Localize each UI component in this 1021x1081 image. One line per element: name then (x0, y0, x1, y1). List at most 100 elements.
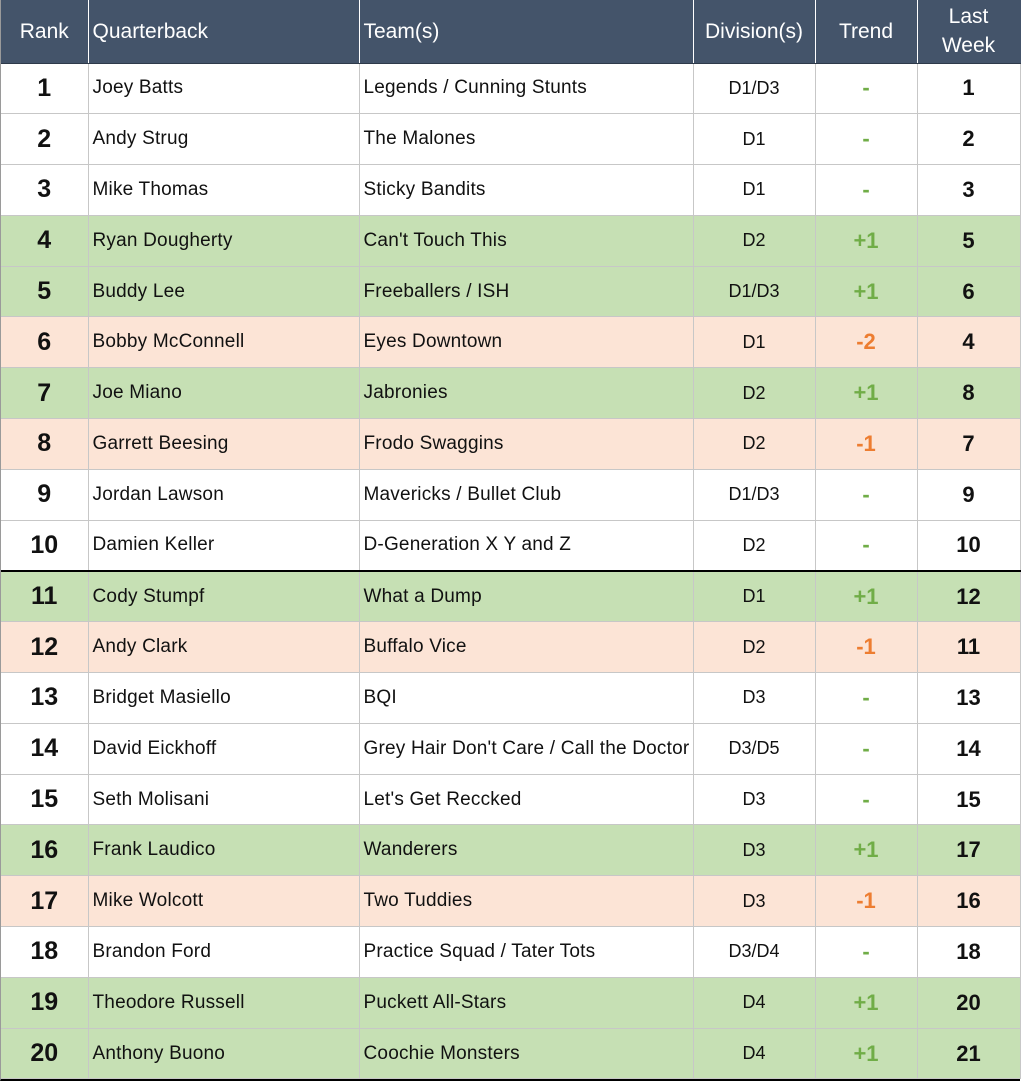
table-row: 20 Anthony Buono Coochie Monsters D4 +1 21 (1, 1028, 1021, 1080)
rank-cell: 5 (1, 266, 89, 318)
division-cell: D1 (693, 316, 816, 369)
team-cell: Grey Hair Don't Care / Call the Doctor (359, 723, 694, 775)
header-divisions: Division(s) (693, 0, 816, 64)
table-row: 9 Jordan Lawson Mavericks / Bullet Club D1/… (1, 469, 1021, 521)
division-cell: D3 (693, 672, 816, 724)
trend-cell: -1 (815, 875, 918, 928)
division-cell: D2 (693, 418, 816, 470)
quarterback-cell: Joe Miano (88, 367, 360, 420)
rank-cell: 14 (1, 723, 89, 775)
team-cell: Buffalo Vice (359, 621, 694, 674)
trend-cell: +1 (815, 266, 918, 318)
quarterback-cell: Ryan Dougherty (88, 215, 360, 267)
last-week-cell: 10 (917, 520, 1021, 572)
trend-cell: - (815, 723, 918, 775)
rank-cell: 6 (1, 316, 89, 369)
division-cell: D1 (693, 113, 816, 166)
quarterback-cell: Damien Keller (88, 520, 360, 572)
trend-cell: +1 (815, 1028, 918, 1080)
team-cell: Can't Touch This (359, 215, 694, 267)
quarterback-cell: Andy Clark (88, 621, 360, 674)
trend-cell: - (815, 520, 918, 572)
table-row: 12 Andy Clark Buffalo Vice D2 -1 11 (1, 621, 1021, 674)
division-cell: D1 (693, 570, 816, 623)
quarterback-cell: Cody Stumpf (88, 570, 360, 623)
team-cell: Mavericks / Bullet Club (359, 469, 694, 521)
trend-cell: -1 (815, 621, 918, 674)
header-quarterback: Quarterback (88, 0, 360, 64)
trend-cell: - (815, 469, 918, 521)
rank-cell: 2 (1, 113, 89, 166)
division-cell: D4 (693, 1028, 816, 1080)
table-row: 4 Ryan Dougherty Can't Touch This D2 +1 5 (1, 215, 1021, 267)
table-row: 7 Joe Miano Jabronies D2 +1 8 (1, 367, 1021, 420)
last-week-cell: 8 (917, 367, 1021, 420)
rank-cell: 1 (1, 63, 89, 115)
division-cell: D1/D3 (693, 469, 816, 521)
last-week-cell: 5 (917, 215, 1021, 267)
team-cell: Two Tuddies (359, 875, 694, 928)
team-cell: Puckett All-Stars (359, 977, 694, 1029)
rankings-sheet: Rank Quarterback Team(s) Division(s) Tre… (0, 0, 1021, 1081)
table-row: 13 Bridget Masiello BQI D3-13 (1, 672, 1021, 724)
last-week-cell: 20 (917, 977, 1021, 1029)
quarterback-cell: Brandon Ford (88, 926, 360, 978)
last-week-cell: 12 (917, 570, 1021, 623)
table-row: 10 Damien Keller D-Generation X Y and Z D2-… (1, 520, 1021, 572)
last-week-cell: 17 (917, 824, 1021, 877)
quarterback-cell: Theodore Russell (88, 977, 360, 1029)
division-cell: D2 (693, 520, 816, 572)
rank-cell: 11 (1, 570, 89, 623)
last-week-cell: 21 (917, 1028, 1021, 1080)
table-row: 17 Mike Wolcott Two Tuddies D3 -1 16 (1, 875, 1021, 928)
quarterback-cell: Andy Strug (88, 113, 360, 166)
division-cell: D3/D5 (693, 723, 816, 775)
trend-cell: - (815, 113, 918, 166)
team-cell: Let's Get Reccked (359, 774, 694, 826)
division-cell: D1 (693, 164, 816, 216)
division-cell: D3 (693, 824, 816, 877)
team-cell: D-Generation X Y and Z (359, 520, 694, 572)
trend-cell: -2 (815, 316, 918, 369)
team-cell: Freeballers / ISH (359, 266, 694, 318)
trend-cell: - (815, 774, 918, 826)
rank-cell: 16 (1, 824, 89, 877)
rank-cell: 17 (1, 875, 89, 928)
quarterback-rankings-table: Rank Quarterback Team(s) Division(s) Tre… (1, 0, 1021, 1080)
trend-cell: -1 (815, 418, 918, 470)
table-row: 5 Buddy Lee Freeballers / ISH D1/D3 +1 6 (1, 266, 1021, 318)
table-row: 14 David Eickhoff Grey Hair Don't Care / C… (1, 723, 1021, 775)
trend-cell: +1 (815, 367, 918, 420)
header-trend: Trend (815, 0, 918, 64)
last-week-cell: 16 (917, 875, 1021, 928)
team-cell: Eyes Downtown (359, 316, 694, 369)
team-cell: The Malones (359, 113, 694, 166)
rank-cell: 10 (1, 520, 89, 572)
last-week-cell: 7 (917, 418, 1021, 470)
division-cell: D3 (693, 774, 816, 826)
team-cell: Sticky Bandits (359, 164, 694, 216)
division-cell: D1/D3 (693, 63, 816, 115)
table-row: 6 Bobby McConnell Eyes Downtown D1 -2 4 (1, 316, 1021, 369)
quarterback-cell: Garrett Beesing (88, 418, 360, 470)
team-cell: Legends / Cunning Stunts (359, 63, 694, 115)
rank-cell: 18 (1, 926, 89, 978)
quarterback-cell: David Eickhoff (88, 723, 360, 775)
rank-cell: 20 (1, 1028, 89, 1080)
header-rank: Rank (1, 0, 89, 64)
header-last-week: Last Week (917, 0, 1021, 64)
team-cell: BQI (359, 672, 694, 724)
quarterback-cell: Bobby McConnell (88, 316, 360, 369)
table-row: 2 Andy Strug The Malones D1-2 (1, 113, 1021, 166)
header-row: Rank Quarterback Team(s) Division(s) Tre… (1, 0, 1021, 64)
rank-cell: 19 (1, 977, 89, 1029)
trend-cell: - (815, 672, 918, 724)
division-cell: D2 (693, 621, 816, 674)
division-cell: D3 (693, 875, 816, 928)
rank-cell: 3 (1, 164, 89, 216)
table-row: 15 Seth Molisani Let's Get Reccked D3-15 (1, 774, 1021, 826)
rank-cell: 7 (1, 367, 89, 420)
rank-cell: 4 (1, 215, 89, 267)
quarterback-cell: Joey Batts (88, 63, 360, 115)
header-teams: Team(s) (359, 0, 694, 64)
